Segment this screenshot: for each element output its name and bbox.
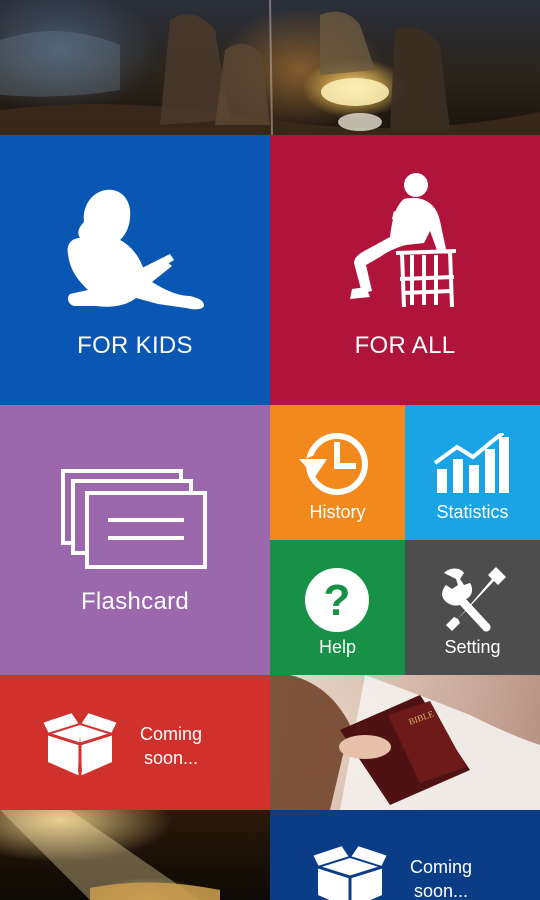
statistics-tile[interactable]: Statistics (405, 405, 540, 540)
photo-woman-reading-bible: BIBLE (270, 675, 540, 810)
question-mark-icon: ? (305, 568, 369, 632)
photo-glowing-book (0, 810, 270, 900)
bar-chart-icon (433, 433, 509, 493)
coming-soon-1-line1: Coming (139, 724, 203, 744)
child-reading-icon (67, 189, 205, 310)
photo-glowing-book-shapes (0, 810, 220, 900)
coming-soon-1-line2: soon... (143, 748, 199, 768)
setting-label: Setting (444, 637, 501, 657)
wrench-screwdriver-icon (442, 567, 506, 632)
help-label: Help (318, 637, 357, 657)
open-box-icon (312, 843, 388, 900)
for-all-label: FOR ALL (354, 332, 456, 359)
statistics-label: Statistics (436, 502, 509, 522)
hero-scene-figures (0, 0, 540, 135)
open-box-icon (42, 710, 118, 776)
for-kids-label: FOR KIDS (77, 332, 193, 359)
for-kids-tile[interactable]: FOR KIDS (0, 135, 270, 405)
adult-reading-icon (350, 173, 457, 308)
coming-soon-2-line1: Coming (409, 857, 473, 877)
photo-woman-reading-bible-shapes: BIBLE (270, 675, 540, 810)
for-all-tile[interactable]: FOR ALL (270, 135, 540, 405)
history-label: History (309, 502, 366, 522)
coming-soon-2-line2: soon... (413, 881, 469, 900)
clock-history-icon (299, 433, 368, 495)
svg-text:?: ? (324, 576, 351, 625)
setting-tile[interactable]: Setting (405, 540, 540, 675)
coming-soon-tile-1[interactable]: Coming soon... (0, 675, 270, 810)
coming-soon-tile-2[interactable]: Coming soon... (270, 810, 540, 900)
flashcard-stack-icon (61, 469, 207, 569)
history-tile[interactable]: History (270, 405, 405, 540)
flashcard-tile[interactable]: Flashcard (0, 405, 270, 675)
hero-image-nativity (0, 0, 540, 135)
help-tile[interactable]: ? Help (270, 540, 405, 675)
flashcard-label: Flashcard (80, 588, 190, 615)
